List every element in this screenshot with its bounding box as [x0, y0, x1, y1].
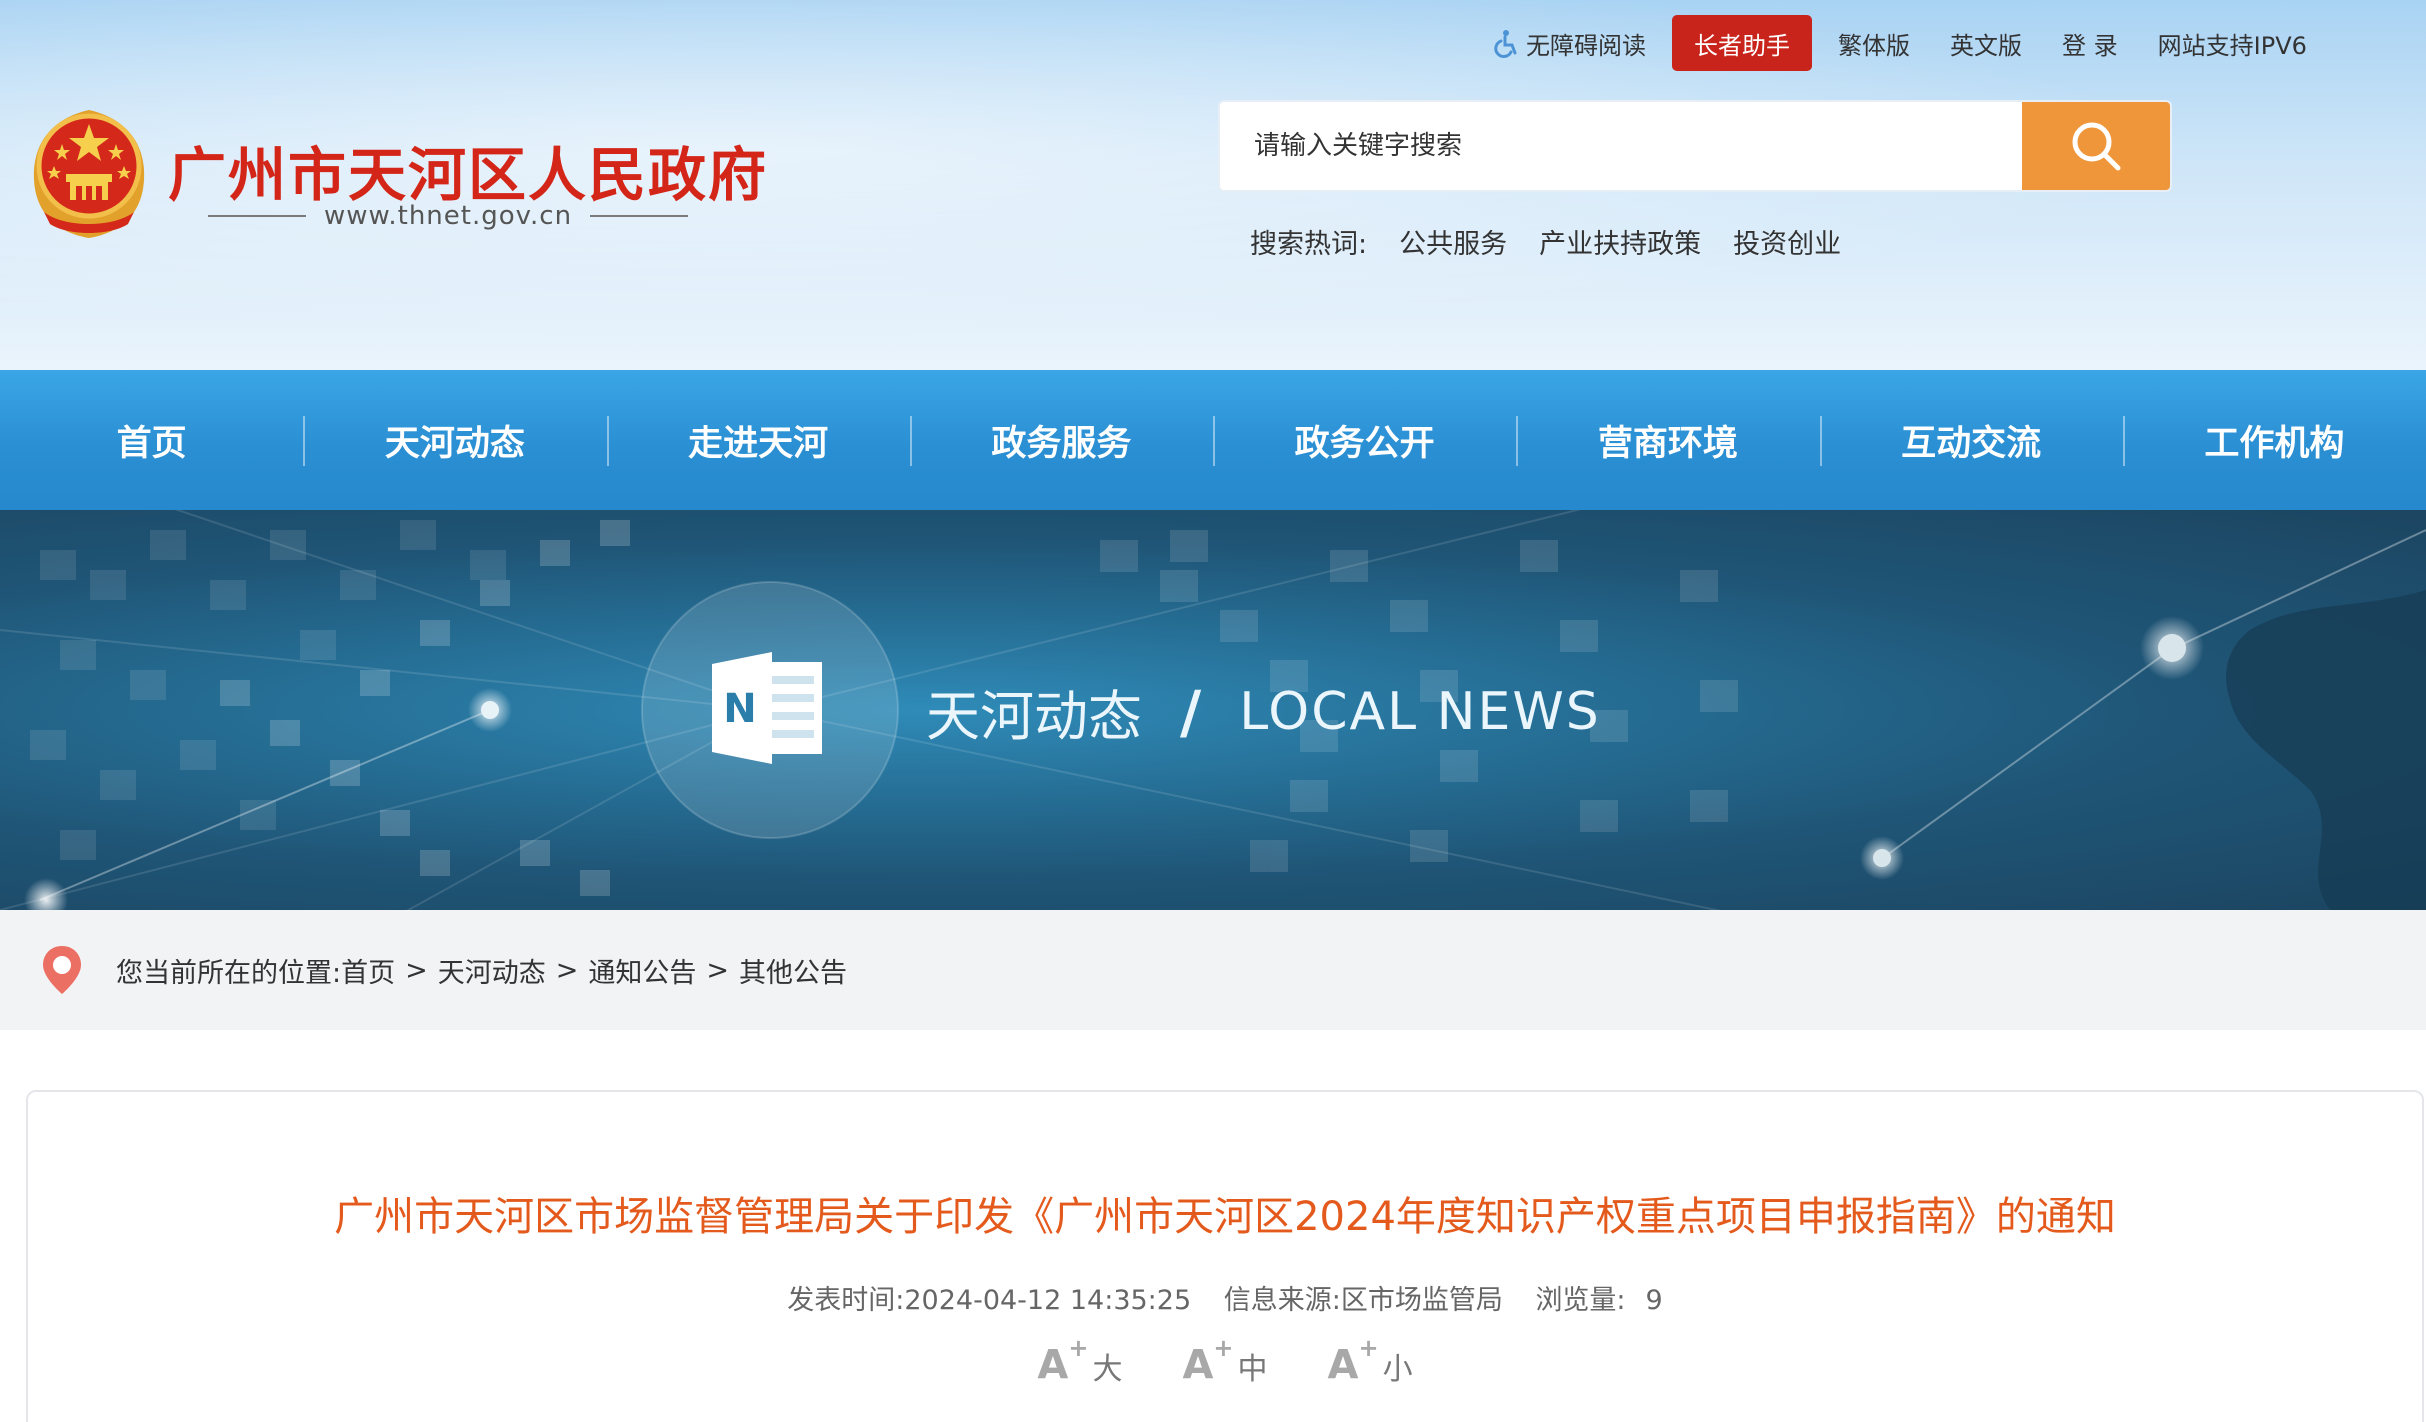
search-button[interactable] [2022, 102, 2170, 190]
banner-title: 天河动态 / LOCAL NEWS [926, 672, 1601, 751]
hot-word-public-service[interactable]: 公共服务 [1399, 222, 1507, 261]
login-link[interactable]: 登 录 [2042, 15, 2138, 71]
publish-time: 发表时间:2024-04-12 14:35:25 [787, 1285, 1191, 1316]
banner-title-separator: / [1180, 677, 1202, 746]
article-title: 广州市天河区市场监督管理局关于印发《广州市天河区2024年度知识产权重点项目申报… [334, 1194, 2116, 1240]
traditional-chinese-link[interactable]: 繁体版 [1818, 15, 1930, 71]
font-size-large-label: 大 [1092, 1352, 1123, 1388]
news-icon-letter: N [723, 686, 756, 732]
banner-title-cn: 天河动态 [926, 685, 1142, 748]
hot-word-investment[interactable]: 投资创业 [1733, 222, 1841, 261]
publish-time-value: 2024-04-12 14:35:25 [904, 1285, 1192, 1316]
location-pin-icon [43, 946, 81, 994]
font-size-large-button[interactable]: A+ 大 [1037, 1334, 1123, 1389]
ipv6-link[interactable]: 网站支持IPV6 [2138, 15, 2327, 71]
font-size-icon: A+ [1182, 1334, 1234, 1389]
font-size-small-button[interactable]: A+ 小 [1327, 1334, 1413, 1389]
breadcrumb: 您当前所在的位置: 首页 > 天河动态 > 通知公告 > 其他公告 [0, 910, 2426, 1030]
breadcrumb-separator: > [706, 954, 729, 986]
nav-item-gov-services[interactable]: 政务服务 [909, 370, 1213, 510]
article-meta: 发表时间:2024-04-12 14:35:25 信息来源:区市场监管局 浏览量… [28, 1278, 2422, 1317]
accessibility-icon [1494, 30, 1517, 58]
search-icon [2072, 122, 2121, 171]
info-source: 信息来源:区市场监管局 [1224, 1285, 1503, 1316]
top-utility-links: 无障碍阅读 长者助手 繁体版 英文版 登 录 网站支持IPV6 [1470, 14, 2327, 72]
info-source-value: 区市场监管局 [1340, 1285, 1503, 1316]
breadcrumb-separator: > [555, 954, 579, 986]
english-version-link[interactable]: 英文版 [1930, 15, 2042, 71]
news-icon: N [712, 652, 822, 764]
site-url-row: www.thnet.gov.cn [208, 199, 689, 233]
publish-time-label: 发表时间: [787, 1285, 905, 1316]
section-banner: N 天河动态 / LOCAL NEWS [0, 510, 2426, 910]
accessibility-label: 无障碍阅读 [1526, 31, 1646, 60]
breadcrumb-other-notices[interactable]: 其他公告 [739, 951, 847, 990]
font-size-medium-label: 中 [1237, 1352, 1268, 1388]
elder-assistant-button[interactable]: 长者助手 [1672, 15, 1812, 71]
breadcrumb-separator: > [405, 954, 428, 986]
font-size-medium-button[interactable]: A+ 中 [1182, 1334, 1268, 1389]
breadcrumb-tianhe-news[interactable]: 天河动态 [438, 951, 546, 990]
view-count-label: 浏览量: [1535, 1285, 1626, 1316]
view-count-value: 9 [1645, 1285, 1663, 1316]
hot-search-words: 搜索热词: 公共服务 产业扶持政策 投资创业 [1250, 222, 1841, 261]
breadcrumb-prefix: 您当前所在的位置: [116, 957, 342, 989]
nav-item-business-env[interactable]: 营商环境 [1516, 370, 1819, 510]
breadcrumb-home[interactable]: 首页 [341, 951, 395, 990]
font-size-icon: A+ [1327, 1334, 1379, 1389]
nav-item-tianhe-news[interactable]: 天河动态 [303, 370, 606, 510]
font-size-small-label: 小 [1382, 1352, 1413, 1388]
national-emblem-icon [33, 110, 145, 238]
breadcrumb-notices[interactable]: 通知公告 [588, 951, 696, 990]
nav-item-home[interactable]: 首页 [0, 370, 303, 510]
accessibility-link[interactable]: 无障碍阅读 [1470, 15, 1666, 71]
nav-item-agencies[interactable]: 工作机构 [2122, 370, 2426, 510]
site-header: 广州市天河区人民政府 www.thnet.gov.cn 无障碍阅读 长者助手 繁… [0, 0, 2426, 370]
nav-item-interaction[interactable]: 互动交流 [1819, 370, 2123, 510]
nav-item-about-tianhe[interactable]: 走进天河 [606, 370, 910, 510]
hot-words-label: 搜索热词: [1250, 229, 1368, 260]
font-size-controls: A+ 大 A+ 中 A+ 小 [28, 1334, 2422, 1389]
banner-title-en: LOCAL NEWS [1239, 681, 1601, 742]
article-panel: 广州市天河区市场监督管理局关于印发《广州市天河区2024年度知识产权重点项目申报… [26, 1090, 2424, 1422]
nav-item-gov-disclosure[interactable]: 政务公开 [1213, 370, 1516, 510]
site-url: www.thnet.gov.cn [323, 201, 573, 231]
main-nav: 首页 天河动态 走进天河 政务服务 政务公开 营商环境 互动交流 工作机构 [0, 370, 2426, 510]
info-source-label: 信息来源: [1223, 1285, 1341, 1316]
font-size-icon: A+ [1037, 1334, 1089, 1389]
hot-word-industry-policy[interactable]: 产业扶持政策 [1539, 222, 1701, 261]
view-count: 浏览量: 9 [1535, 1285, 1662, 1316]
search-input[interactable] [1220, 102, 2022, 190]
search-box [1218, 100, 2172, 192]
